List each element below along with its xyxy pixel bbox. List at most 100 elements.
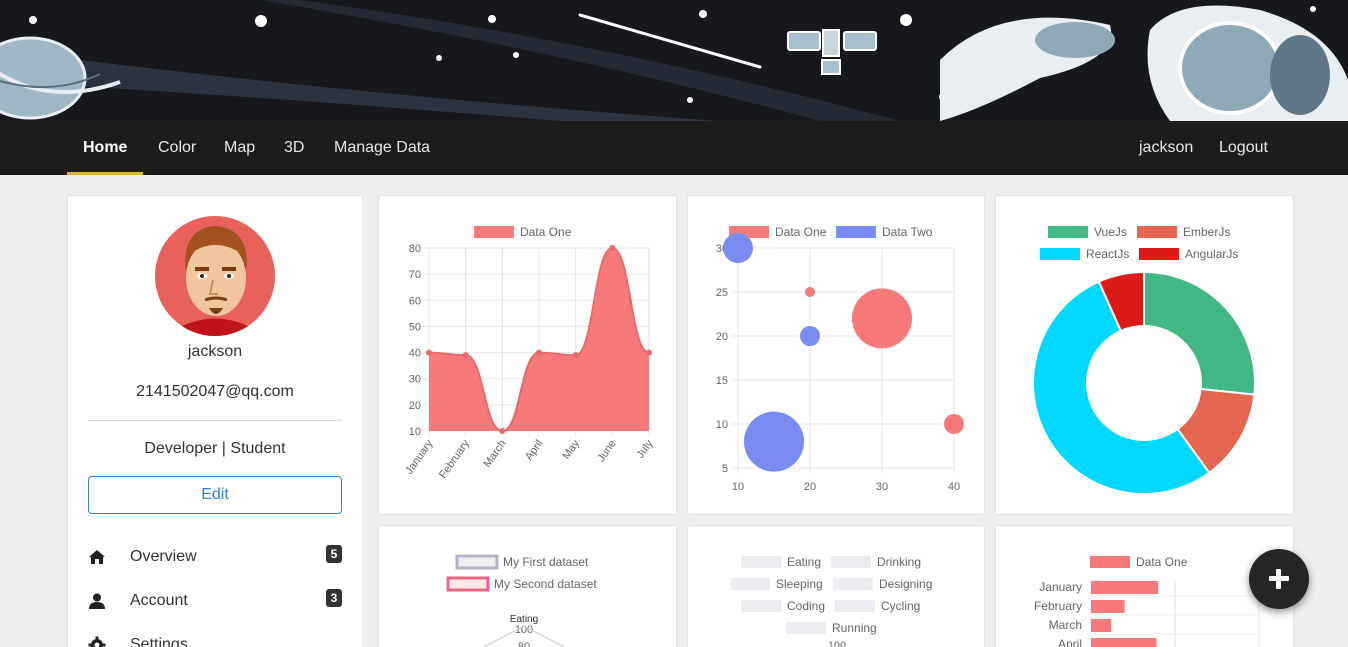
x-tick-label: February — [437, 437, 472, 480]
menu-label-overview: Overview — [130, 548, 197, 565]
radar-chart-one: My First dataset My Second dataset Eatin… — [446, 554, 597, 647]
badge-account: 3 — [326, 589, 342, 607]
menu-item-account[interactable]: Account 3 — [88, 587, 342, 617]
data-point — [572, 352, 579, 359]
chart-card-radar-one: My First dataset My Second dataset Eatin… — [378, 525, 677, 647]
y-tick-label: 10 — [716, 419, 728, 431]
data-point — [499, 428, 506, 434]
avatar — [155, 216, 275, 336]
home-icon — [89, 550, 105, 564]
legend-swatch-emberjs — [1137, 226, 1177, 238]
gear-icon — [88, 636, 106, 647]
x-tick-label: 40 — [948, 481, 960, 493]
legend-label: Cycling — [881, 599, 920, 613]
nav-user[interactable]: jackson — [1139, 121, 1193, 175]
legend-label-data-two: Data Two — [882, 225, 933, 239]
y-tick-label: 10 — [409, 426, 421, 438]
legend-label: Eating — [787, 555, 821, 569]
legend-swatch — [730, 578, 770, 590]
data-point — [426, 349, 432, 356]
nav-manage-data[interactable]: Manage Data — [334, 121, 430, 175]
y-tick-label: 50 — [409, 321, 421, 333]
menu-label-account: Account — [130, 592, 188, 609]
nav-color[interactable]: Color — [158, 121, 196, 175]
bar — [1091, 600, 1125, 613]
legend-label-reactjs: ReactJs — [1086, 247, 1129, 261]
header-banner — [0, 0, 1348, 121]
legend-swatch-vuejs — [1048, 226, 1088, 238]
legend-swatch — [741, 556, 781, 568]
legend-swatch-angularjs — [1139, 248, 1179, 260]
profile-name: jackson — [187, 343, 243, 360]
profile-card: jackson 2141502047@qq.com Developer | St… — [67, 195, 363, 647]
badge-overview: 5 — [326, 545, 342, 563]
line-chart: Data One 10 20 30 40 50 60 70 80 January Februar… — [403, 225, 656, 481]
legend-swatch-second-dataset — [446, 576, 490, 592]
y-tick-label: 40 — [409, 348, 421, 360]
legend-label: Coding — [787, 599, 825, 613]
bar — [1091, 638, 1157, 647]
y-tick-label: 5 — [722, 463, 728, 475]
x-tick-label: 10 — [732, 481, 744, 493]
bubble — [805, 287, 815, 297]
y-tick-label: January — [1039, 580, 1082, 594]
bubble — [744, 411, 804, 472]
bar — [1091, 581, 1159, 594]
data-point — [646, 349, 652, 356]
y-tick-label: 70 — [409, 269, 421, 281]
legend-label-emberjs: EmberJs — [1183, 225, 1230, 239]
nav-home[interactable]: Home — [83, 121, 127, 175]
user-icon — [89, 593, 105, 609]
menu-item-settings[interactable]: Settings — [88, 631, 342, 647]
x-tick-label: April — [523, 438, 545, 463]
nav-map[interactable]: Map — [224, 121, 255, 175]
data-point — [536, 349, 542, 356]
profile-role: Developer | Student — [144, 440, 286, 457]
legend-swatch — [474, 226, 514, 238]
legend-swatch-reactjs — [1040, 248, 1080, 260]
space-illustration — [0, 0, 1348, 121]
horizontal-bar-chart: Data One January February March April — [1034, 555, 1260, 647]
legend-label: Running — [832, 621, 877, 635]
menu-label-settings: Settings — [130, 636, 188, 647]
top-navbar: Home Color Map 3D Manage Data jackson Lo… — [0, 121, 1348, 175]
nav-3d[interactable]: 3D — [284, 121, 304, 175]
y-tick-label: 60 — [409, 295, 421, 307]
menu-item-overview[interactable]: Overview 5 — [88, 543, 342, 573]
bar — [1091, 619, 1112, 632]
bubble-chart: Data One Data Two 51015202530 10 20 30 40 — [716, 225, 964, 493]
radar-tick-80: 80 — [518, 641, 530, 647]
y-tick-label: February — [1034, 599, 1082, 613]
y-tick-label: 25 — [716, 287, 728, 299]
chart-card-radar-two: Eating Drinking Sleeping Designing Codin… — [687, 525, 985, 647]
doughnut-chart: VueJs EmberJs ReactJs AngularJs — [1032, 225, 1256, 495]
legend-label-second-dataset: My Second dataset — [494, 577, 597, 591]
y-tick-label: 80 — [409, 243, 421, 255]
chart-card-doughnut: VueJs EmberJs ReactJs AngularJs — [995, 195, 1294, 515]
y-tick-label: 30 — [409, 374, 421, 386]
legend-label-first-dataset: My First dataset — [503, 555, 589, 569]
legend-swatch-data-two — [836, 226, 876, 238]
x-tick-label: 20 — [804, 481, 816, 493]
legend-swatch-first-dataset — [455, 554, 499, 570]
legend-label: Drinking — [877, 555, 921, 569]
edit-profile-button[interactable]: Edit — [88, 476, 342, 514]
legend-swatch — [835, 600, 875, 612]
legend-swatch — [741, 600, 781, 612]
nav-logout[interactable]: Logout — [1219, 121, 1268, 175]
y-tick-label: April — [1058, 637, 1082, 647]
x-tick-label: 30 — [876, 481, 888, 493]
legend-swatch — [1090, 556, 1130, 568]
legend-label: Sleeping — [776, 577, 823, 591]
radar-tick-100: 100 — [515, 624, 533, 636]
bubble — [800, 326, 820, 346]
doughnut-slice — [1143, 270, 1256, 396]
bubble — [723, 233, 753, 263]
legend-label-vuejs: VueJs — [1094, 225, 1127, 239]
data-point — [609, 245, 616, 251]
add-fab-button[interactable] — [1249, 549, 1309, 609]
chart-card-bubble: Data One Data Two 5 10 15 20 25 30 10 20 30 40 — [687, 195, 985, 515]
profile-email: 2141502047@qq.com — [136, 383, 294, 400]
x-tick-label: March — [481, 438, 508, 470]
data-point — [462, 352, 469, 359]
